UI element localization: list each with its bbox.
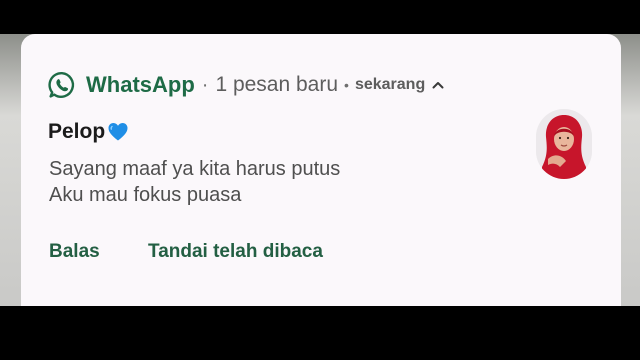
whatsapp-icon <box>47 70 77 100</box>
notification-summary: 1 pesan baru <box>215 73 339 96</box>
message-line: Sayang maaf ya kita harus putus <box>49 158 341 180</box>
mark-as-read-button[interactable]: Tandai telah dibaca <box>148 241 323 263</box>
notification-time: sekarang <box>354 76 426 93</box>
header-separator: · <box>201 73 209 96</box>
app-name: WhatsApp <box>86 72 195 97</box>
notification-card[interactable]: WhatsApp · 1 pesan baru • sekarang Pelop… <box>21 34 621 306</box>
time-separator: • <box>344 77 349 93</box>
screen: WhatsApp · 1 pesan baru • sekarang Pelop… <box>0 0 640 360</box>
sender-row: Pelop <box>48 120 129 144</box>
notification-header: WhatsApp · 1 pesan baru • sekarang <box>47 70 445 100</box>
blue-heart-icon <box>107 121 129 143</box>
avatar <box>536 109 592 179</box>
sender-name: Pelop <box>48 120 106 143</box>
chevron-up-icon[interactable] <box>431 78 445 92</box>
reply-button[interactable]: Balas <box>49 241 100 263</box>
message-line: Aku mau fokus puasa <box>49 184 242 206</box>
